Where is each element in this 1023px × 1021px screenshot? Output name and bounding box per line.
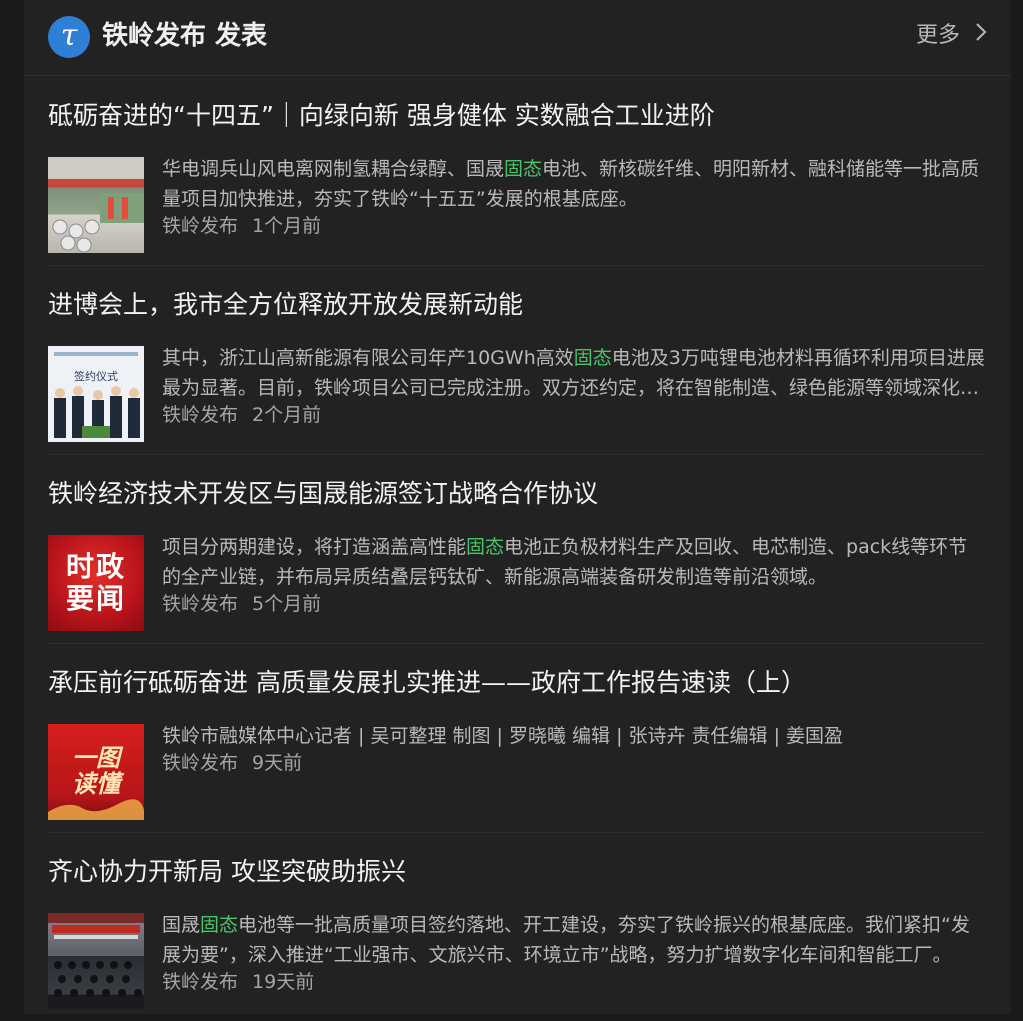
article-meta: 铁岭发布 5个月前: [162, 590, 321, 618]
article-item[interactable]: 承压前行砥砺奋进 高质量发展扎实推进——政府工作报告速读（上） 一图 读懂 铁岭…: [48, 643, 986, 833]
article-item[interactable]: 铁岭经济技术开发区与国晟能源签订战略合作协议 时政 要闻 项目分两期建设，将打造…: [48, 454, 986, 644]
article-title[interactable]: 砥砺奋进的“十四五”｜向绿向新 强身健体 实数融合工业进阶: [48, 98, 986, 134]
article-title[interactable]: 铁岭经济技术开发区与国晟能源签订战略合作协议: [48, 476, 986, 512]
news-panel: τ 铁岭发布 发表 更多 砥砺奋进的“十四五”｜向绿向新 强身健体 实数融合工业…: [24, 0, 1011, 1014]
summary-text: 国晟: [162, 914, 201, 936]
article-title[interactable]: 进博会上，我市全方位释放开放发展新动能: [48, 287, 986, 323]
article-time: 1个月前: [252, 215, 322, 237]
article-thumbnail[interactable]: [48, 913, 144, 1009]
article-source[interactable]: 铁岭发布: [162, 593, 238, 615]
summary-text: 电池等一批高质量项目签约落地、开工建设，夯实了铁岭振兴的根基底座。我们紧扣“发展…: [162, 914, 970, 966]
summary-text: 铁岭市融媒体中心记者 | 吴可整理 制图 | 罗晓曦 编辑 | 张诗卉 责任编辑…: [162, 725, 844, 747]
article-thumbnail[interactable]: 时政 要闻: [48, 535, 144, 631]
article-item[interactable]: 砥砺奋进的“十四五”｜向绿向新 强身健体 实数融合工业进阶 华电调兵山风电离网制…: [48, 76, 986, 266]
summary-text: 其中，浙江山高新能源有限公司年产10GWh高效: [162, 347, 574, 369]
article-thumbnail[interactable]: [48, 157, 144, 253]
keyword-highlight: 固态: [504, 158, 543, 180]
more-link[interactable]: 更多: [916, 20, 987, 52]
article-item[interactable]: 进博会上，我市全方位释放开放发展新动能 签约仪式 其中，浙江山高新能源有限公司年…: [48, 265, 986, 455]
article-source[interactable]: 铁岭发布: [162, 215, 238, 237]
thumbnail-caption: 签约仪式: [74, 369, 118, 383]
article-time: 9天前: [252, 752, 303, 774]
article-thumbnail[interactable]: 签约仪式: [48, 346, 144, 442]
panel-header: τ 铁岭发布 发表 更多: [24, 0, 1011, 76]
article-meta: 铁岭发布 9天前: [162, 749, 302, 777]
article-source[interactable]: 铁岭发布: [162, 971, 238, 993]
thumbnail-text: 时政: [65, 550, 126, 583]
article-meta: 铁岭发布 19天前: [162, 968, 314, 996]
article-summary: 铁岭市融媒体中心记者 | 吴可整理 制图 | 罗晓曦 编辑 | 张诗卉 责任编辑…: [162, 721, 986, 751]
article-item[interactable]: 齐心协力开新局 攻坚突破助振兴 国晟固态电池等一批高质量项目签约落地、开工建设，…: [48, 832, 986, 1021]
article-summary: 国晟固态电池等一批高质量项目签约落地、开工建设，夯实了铁岭振兴的根基底座。我们紧…: [162, 910, 986, 970]
article-time: 19天前: [252, 971, 315, 993]
article-meta: 铁岭发布 2个月前: [162, 401, 321, 429]
article-thumbnail[interactable]: 一图 读懂: [48, 724, 144, 820]
article-title[interactable]: 承压前行砥砺奋进 高质量发展扎实推进——政府工作报告速读（上）: [48, 665, 986, 701]
article-summary: 其中，浙江山高新能源有限公司年产10GWh高效固态电池及3万吨锂电池材料再循环利…: [162, 343, 986, 403]
article-time: 2个月前: [252, 404, 322, 426]
keyword-highlight: 固态: [466, 536, 505, 558]
article-time: 5个月前: [252, 593, 322, 615]
summary-text: 项目分两期建设，将打造涵盖高性能: [162, 536, 467, 558]
article-title[interactable]: 齐心协力开新局 攻坚突破助振兴: [48, 854, 986, 890]
article-source[interactable]: 铁岭发布: [162, 404, 238, 426]
more-label: 更多: [915, 23, 960, 48]
thumbnail-text: 要闻: [65, 582, 126, 615]
keyword-highlight: 固态: [200, 914, 239, 936]
article-summary: 华电调兵山风电离网制氢耦合绿醇、国晟固态电池、新核碳纤维、明阳新材、融科储能等一…: [162, 154, 986, 214]
keyword-highlight: 固态: [573, 347, 612, 369]
article-source[interactable]: 铁岭发布: [162, 752, 238, 774]
article-meta: 铁岭发布 1个月前: [162, 212, 321, 240]
panel-title: 铁岭发布 发表: [102, 21, 268, 51]
chevron-right-icon: [975, 20, 987, 52]
article-summary: 项目分两期建设，将打造涵盖高性能固态电池正负极材料生产及回收、电芯制造、pack…: [162, 532, 986, 592]
account-logo-icon[interactable]: τ: [48, 16, 90, 58]
summary-text: 华电调兵山风电离网制氢耦合绿醇、国晟: [162, 158, 505, 180]
